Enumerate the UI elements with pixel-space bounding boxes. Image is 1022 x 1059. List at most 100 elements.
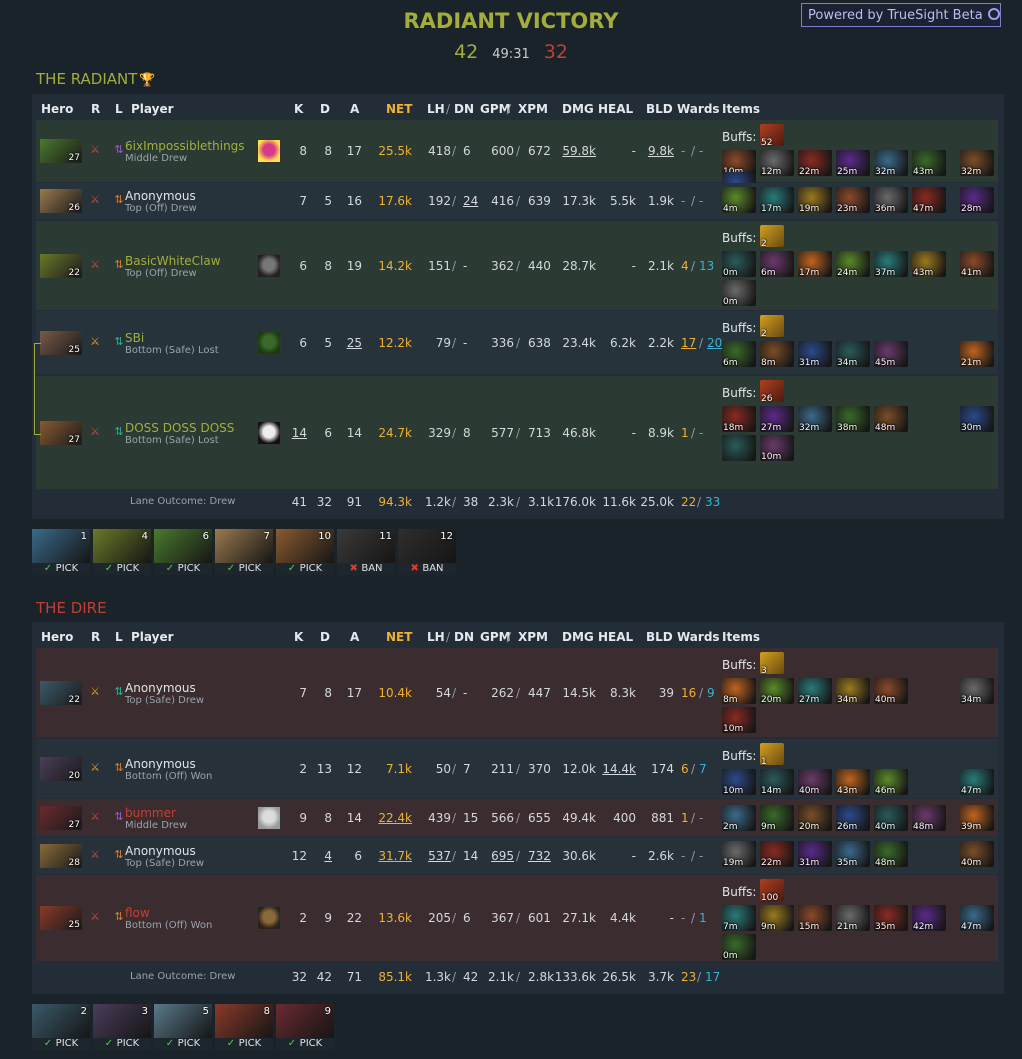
draft-card[interactable]: 7 ✓ PICK (215, 529, 273, 575)
col-header-player[interactable]: Player (131, 630, 174, 644)
item-icon[interactable]: 10m (760, 435, 794, 461)
item-icon[interactable]: 25m (836, 150, 870, 176)
buff-icon[interactable]: 100 (760, 879, 784, 903)
hero-portrait[interactable]: 28 (40, 844, 82, 868)
buff-icon[interactable]: 3 (760, 652, 784, 676)
col-header-lh[interactable]: LH (427, 102, 445, 116)
item-icon[interactable]: 48m (874, 841, 908, 867)
item-icon[interactable]: 32m (798, 406, 832, 432)
hero-portrait[interactable]: 27 (40, 421, 82, 445)
item-icon[interactable]: 10m (722, 769, 756, 795)
col-header-l[interactable]: L (115, 630, 123, 644)
item-icon[interactable]: 26m (836, 805, 870, 831)
item-icon[interactable]: 8m (760, 341, 794, 367)
draft-card[interactable]: 3 ✓ PICK (93, 1004, 151, 1050)
col-header-d[interactable]: D (320, 630, 330, 644)
item-icon[interactable]: 22m (798, 150, 832, 176)
item-icon[interactable]: 34m (836, 678, 870, 704)
draft-card[interactable]: 6 ✓ PICK (154, 529, 212, 575)
col-header-a[interactable]: A (350, 102, 359, 116)
player-name-link[interactable]: SBi (125, 331, 144, 345)
item-icon[interactable]: 48m (874, 406, 908, 432)
item-icon[interactable]: 14m (760, 769, 794, 795)
item-icon[interactable]: 35m (836, 841, 870, 867)
item-icon[interactable]: 12m (760, 150, 794, 176)
player-name-link[interactable]: DOSS DOSS DOSS (125, 421, 234, 435)
col-header-gpm[interactable]: GPM (480, 102, 511, 116)
player-name-link[interactable]: flow (125, 906, 150, 920)
draft-card[interactable]: 4 ✓ PICK (93, 529, 151, 575)
item-icon[interactable]: 17m (798, 251, 832, 277)
item-icon[interactable]: 37m (874, 251, 908, 277)
item-icon[interactable]: 40m (874, 805, 908, 831)
item-icon[interactable]: 42m (912, 905, 946, 931)
player-name-link[interactable]: Anonymous (125, 189, 196, 203)
item-icon[interactable]: 22m (760, 841, 794, 867)
item-icon[interactable]: 21m (836, 905, 870, 931)
col-header-k[interactable]: K (294, 630, 303, 644)
draft-card[interactable]: 1 ✓ PICK (32, 529, 90, 575)
col-header-heal[interactable]: HEAL (598, 102, 633, 116)
item-icon[interactable]: 20m (760, 678, 794, 704)
item-icon[interactable]: 40m (798, 769, 832, 795)
item-icon[interactable] (722, 435, 756, 461)
col-header-hero[interactable]: Hero (41, 630, 73, 644)
item-icon[interactable]: 19m (798, 187, 832, 213)
item-icon[interactable]: 35m (874, 905, 908, 931)
col-header-lh[interactable]: LH (427, 630, 445, 644)
item-icon[interactable]: 34m (836, 341, 870, 367)
hero-portrait[interactable]: 27 (40, 806, 82, 830)
item-icon[interactable]: 0m (722, 251, 756, 277)
item-icon[interactable]: 6m (722, 341, 756, 367)
buff-icon[interactable]: 26 (760, 380, 784, 404)
item-icon[interactable]: 43m (912, 251, 946, 277)
item-icon[interactable]: 9m (760, 805, 794, 831)
item-icon[interactable]: 0m (722, 934, 756, 960)
item-icon[interactable]: 2m (722, 805, 756, 831)
item-icon[interactable]: 9m (760, 905, 794, 931)
item-icon[interactable]: 18m (722, 406, 756, 432)
item-icon[interactable]: 45m (874, 341, 908, 367)
player-name-link[interactable]: 6ixImpossiblethings (125, 139, 245, 153)
item-icon[interactable]: 8m (722, 678, 756, 704)
col-header-items[interactable]: Items (722, 630, 760, 644)
item-icon[interactable]: 10m (722, 707, 756, 733)
col-header-dmg[interactable]: DMG (562, 630, 594, 644)
item-icon[interactable]: 4m (722, 187, 756, 213)
item-icon[interactable]: 17m (760, 187, 794, 213)
item-icon[interactable]: 31m (798, 841, 832, 867)
hero-portrait[interactable]: 26 (40, 189, 82, 213)
draft-card[interactable]: 9 ✓ PICK (276, 1004, 334, 1050)
col-header-player[interactable]: Player (131, 102, 174, 116)
item-icon[interactable]: 47m (960, 769, 994, 795)
col-header-r[interactable]: R (91, 102, 100, 116)
item-icon[interactable]: 47m (960, 905, 994, 931)
item-icon[interactable]: 20m (798, 805, 832, 831)
item-icon[interactable]: 32m (960, 150, 994, 176)
item-icon[interactable]: 32m (874, 150, 908, 176)
item-icon[interactable]: 7m (722, 905, 756, 931)
col-header-gpm[interactable]: GPM (480, 630, 511, 644)
player-name-link[interactable]: bummer (125, 806, 176, 820)
item-icon[interactable]: 24m (836, 251, 870, 277)
col-header-dn[interactable]: DN (454, 630, 474, 644)
item-icon[interactable]: 40m (960, 841, 994, 867)
draft-card[interactable]: 12 ✖ BAN (398, 529, 456, 575)
buff-icon[interactable]: 2 (760, 315, 784, 339)
col-header-wards[interactable]: Wards (677, 102, 720, 116)
draft-card[interactable]: 10 ✓ PICK (276, 529, 334, 575)
col-header-items[interactable]: Items (722, 102, 760, 116)
buff-icon[interactable]: 2 (760, 225, 784, 249)
col-header-xpm[interactable]: XPM (518, 630, 548, 644)
draft-card[interactable]: 2 ✓ PICK (32, 1004, 90, 1050)
col-header-wards[interactable]: Wards (677, 630, 720, 644)
col-header-dn[interactable]: DN (454, 102, 474, 116)
item-icon[interactable]: 48m (912, 805, 946, 831)
item-icon[interactable]: 47m (912, 187, 946, 213)
col-header-net[interactable]: NET (386, 630, 412, 644)
item-icon[interactable]: 27m (798, 678, 832, 704)
player-name-link[interactable]: Anonymous (125, 844, 196, 858)
hero-portrait[interactable]: 25 (40, 331, 82, 355)
col-header-net[interactable]: NET (386, 102, 412, 116)
col-header-d[interactable]: D (320, 102, 330, 116)
